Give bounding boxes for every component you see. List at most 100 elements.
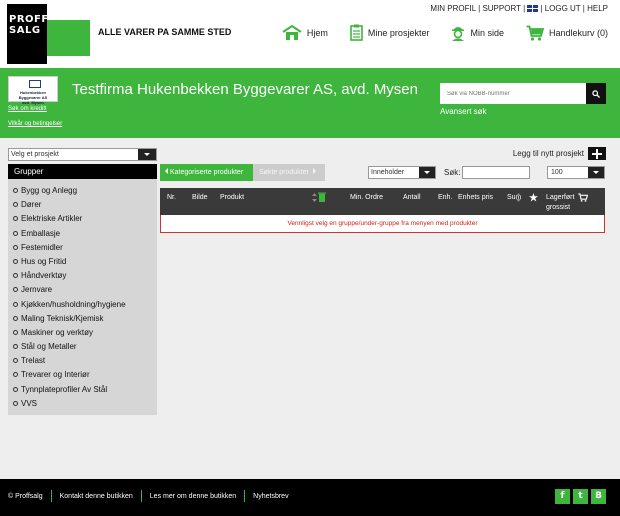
col-nr[interactable]: Nr. — [167, 194, 176, 201]
sidebar-item[interactable]: Maskiner og verktøy — [8, 326, 157, 340]
nav-my-projects-label: Mine prosjekter — [367, 27, 430, 38]
customer-logo-line-2: avd. Mysen — [22, 100, 44, 105]
clipboard-icon — [350, 24, 363, 41]
nav-my-projects[interactable]: Mine prosjekter — [350, 24, 430, 41]
sidebar-item[interactable]: Dører — [8, 198, 157, 212]
social-links: f t B — [555, 489, 606, 504]
plus-icon — [588, 147, 606, 160]
sidebar-item[interactable]: Jernvare — [8, 283, 157, 297]
sidebar-title: Grupper — [8, 164, 157, 179]
add-project-button[interactable]: Legg til nytt prosjekt — [513, 147, 606, 160]
terms-link[interactable]: Vilkår og betingelser — [8, 121, 62, 127]
circle-icon — [13, 301, 18, 307]
sort-icon[interactable] — [312, 193, 317, 204]
top-header: PROFF SALG ALLE VARER PA SAMME STED MIN … — [0, 0, 620, 68]
footer-divider — [244, 490, 246, 502]
trash-icon[interactable] — [318, 192, 326, 204]
nav-cart[interactable]: Handlekurv (0) — [526, 24, 608, 41]
circle-icon — [13, 315, 18, 321]
help-link[interactable]: HELP — [587, 4, 608, 13]
empty-table-message: Vennligst velg en gruppe/under-gruppe fr… — [287, 220, 478, 227]
col-quantity[interactable]: Antall — [403, 194, 421, 201]
support-link[interactable]: SUPPORT — [482, 4, 520, 13]
footer-about-link[interactable]: Les mer om denne butikken — [150, 493, 236, 500]
separator: | — [582, 4, 585, 13]
footer-copyright: © Proffsalg — [8, 492, 43, 500]
product-table-body: Vennligst velg en gruppe/under-gruppe fr… — [160, 215, 605, 233]
sidebar-item[interactable]: Emballasje — [8, 227, 157, 241]
filter-mode-select[interactable]: Inneholder — [368, 166, 436, 179]
twitter-icon[interactable]: t — [573, 489, 588, 504]
circle-icon — [13, 372, 18, 378]
sort-icon[interactable] — [516, 193, 521, 204]
sidebar-item[interactable]: Håndverktøy — [8, 269, 157, 283]
footer-contact-link[interactable]: Kontakt denne butikken — [60, 493, 133, 500]
logout-link[interactable]: LOGG UT — [545, 4, 581, 13]
sidebar-item[interactable]: Tynnplateprofiler Av Stål — [8, 383, 157, 397]
sidebar-item[interactable]: Elektriske Artikler — [8, 212, 157, 226]
circle-icon — [13, 216, 18, 222]
col-unit-price[interactable]: Enhets pris — [458, 194, 493, 201]
sidebar-item-label: Hus og Fritid — [21, 256, 67, 266]
sidebar-item-label: Trevarer og Interiør — [21, 370, 90, 380]
sidebar-item[interactable]: Hus og Fritid — [8, 255, 157, 269]
circle-icon — [13, 344, 18, 350]
circle-icon — [13, 386, 18, 392]
add-project-label: Legg til nytt prosjekt — [512, 149, 584, 158]
top-links: MIN PROFIL | SUPPORT | | LOGG UT | HELP — [430, 4, 608, 13]
col-stock[interactable]: Lagerført — [546, 194, 574, 201]
search-button[interactable] — [586, 83, 606, 104]
advanced-search-link[interactable]: Avansert søk — [440, 107, 487, 116]
credit-link[interactable]: Søk om kreditt — [8, 106, 47, 112]
star-icon[interactable] — [529, 193, 538, 204]
circle-icon — [13, 202, 18, 208]
sidebar-item[interactable]: Maling Teknisk/Kjemisk — [8, 312, 157, 326]
customer-logo-line-1: Hukenbekken Byggevarer AS — [18, 90, 48, 100]
col-min-order[interactable]: Min. Ordre — [350, 194, 383, 201]
logo-text-line-2: SALG — [9, 25, 41, 36]
project-select[interactable]: Velg et prosjekt — [8, 148, 157, 161]
product-table-header: Nr. Bilde Produkt Min. Ordre Antall Enh.… — [160, 188, 605, 215]
customer-logo: Hukenbekken Byggevarer AS avd. Mysen — [8, 76, 58, 105]
house-logo-icon — [29, 80, 41, 88]
blog-icon[interactable]: B — [591, 489, 606, 504]
sidebar-item[interactable]: Kjøkken/husholdning/hygiene — [8, 298, 157, 312]
sidebar-item[interactable]: Trelast — [8, 354, 157, 368]
col-product[interactable]: Produkt — [220, 194, 244, 201]
sidebar-item-label: Emballasje — [21, 228, 61, 238]
chevron-down-icon — [138, 149, 156, 160]
footer-newsletter-link[interactable]: Nyhetsbrev — [253, 493, 288, 500]
cart-icon — [526, 25, 544, 41]
chevron-down-icon — [588, 167, 604, 178]
main-nav: Hjem Mine prosjekter Min side Handlekurv… — [260, 24, 608, 41]
nav-my-page[interactable]: Min side — [451, 24, 504, 41]
sidebar-item[interactable]: Bygg og Anlegg — [8, 184, 157, 198]
my-profile-link[interactable]: MIN PROFIL — [430, 4, 475, 13]
table-search-input[interactable] — [462, 166, 530, 179]
sidebar-item[interactable]: Stål og Metaller — [8, 340, 157, 354]
proffsalg-logo[interactable]: PROFF SALG — [7, 4, 90, 64]
footer: © Proffsalg Kontakt denne butikken Les m… — [0, 479, 620, 516]
logo-text-line-1: PROFF — [9, 14, 49, 25]
circle-icon — [13, 287, 18, 293]
col-unit[interactable]: Enh. — [438, 194, 452, 201]
sidebar-item[interactable]: Trevarer og Interiør — [8, 368, 157, 382]
tab-searched-products[interactable]: Søkte produkter — [253, 164, 325, 181]
nav-home[interactable]: Hjem — [282, 24, 328, 41]
nobb-search — [440, 83, 606, 104]
sidebar-item[interactable]: VVS — [8, 397, 157, 411]
groups-sidebar: Grupper Bygg og Anlegg Dører Elektriske … — [8, 164, 157, 415]
page-size-select[interactable]: 100 — [547, 166, 605, 179]
circle-icon — [13, 400, 18, 406]
col-stock-line-2: grossist — [546, 204, 571, 211]
separator: | — [540, 4, 543, 13]
col-image[interactable]: Bilde — [192, 194, 208, 201]
uk-flag-icon[interactable] — [527, 5, 539, 12]
sidebar-item-label: Bygg og Anlegg — [21, 186, 78, 195]
sidebar-item[interactable]: Festemidler — [8, 241, 157, 255]
sidebar-item-label: Elektriske Artikler — [21, 214, 83, 224]
facebook-icon[interactable]: f — [555, 489, 570, 504]
tab-categorized-products[interactable]: Kategoriserte produkter — [160, 164, 253, 181]
nobb-search-input[interactable] — [440, 83, 586, 104]
sidebar-item-label: Tynnplateprofiler Av Stål — [21, 384, 108, 394]
